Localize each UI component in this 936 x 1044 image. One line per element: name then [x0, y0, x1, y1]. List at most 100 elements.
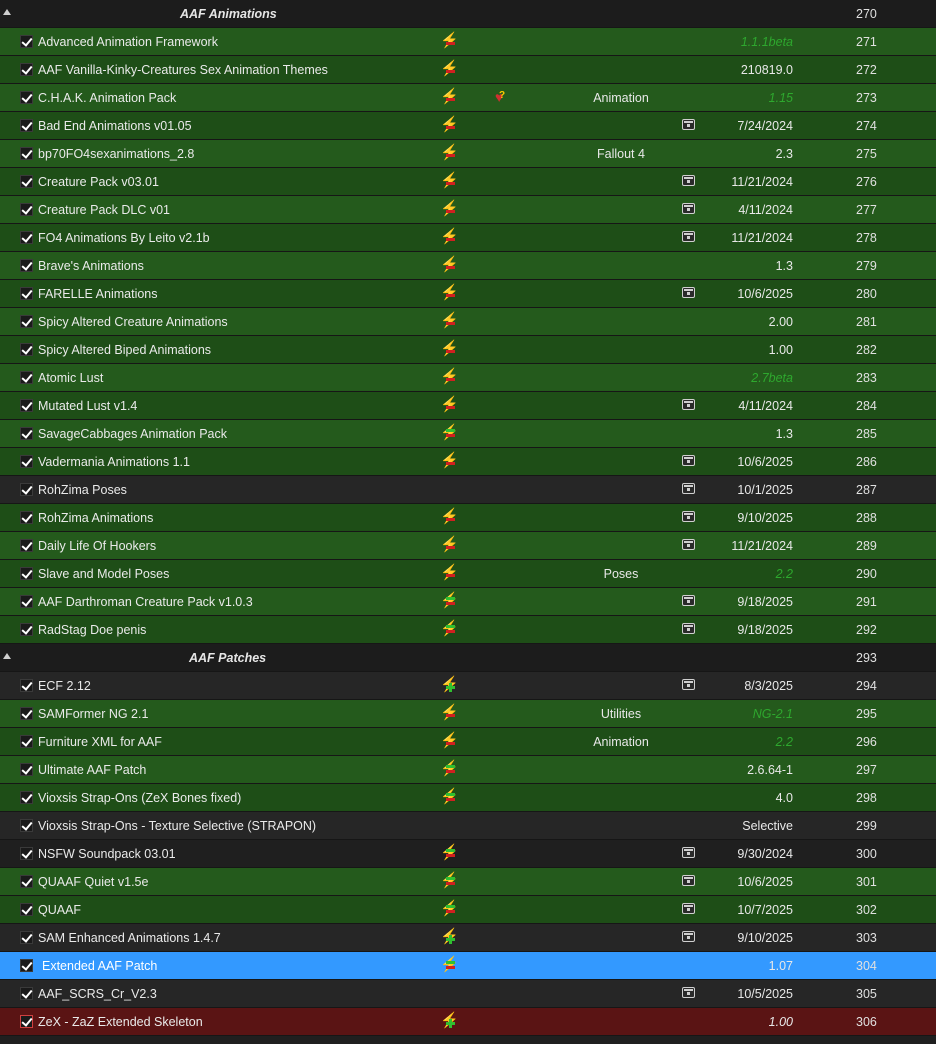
- mod-row[interactable]: Vadermania Animations 1.1 ⚡ 10/6/2025 286: [0, 448, 936, 476]
- mod-row[interactable]: RohZima Animations ⚡ 9/10/2025 288: [0, 504, 936, 532]
- mod-list[interactable]: AAF Animations 270 Advanced Animation Fram…: [0, 0, 936, 1036]
- mod-row[interactable]: Daily Life Of Hookers ⚡ 11/21/2024 289: [0, 532, 936, 560]
- mod-row[interactable]: NSFW Soundpack 03.01 ⚡ 9/30/2024 300: [0, 840, 936, 868]
- checkbox-checked-icon[interactable]: [20, 259, 33, 272]
- checkbox-checked-icon[interactable]: [20, 735, 33, 748]
- mod-row[interactable]: ZeX - ZaZ Extended Skeleton ⚡ 1.00 306: [0, 1008, 936, 1036]
- mod-row[interactable]: AAF_SCRS_Cr_V2.3 10/5/2025 305: [0, 980, 936, 1008]
- conflict-lightning-icon[interactable]: ⚡: [439, 313, 459, 331]
- nexus-mod-icon[interactable]: [682, 539, 695, 550]
- checkbox-checked-icon[interactable]: [20, 399, 33, 412]
- checkbox-checked-icon[interactable]: [20, 875, 33, 888]
- checkbox-checked-icon[interactable]: [20, 287, 33, 300]
- nexus-mod-icon[interactable]: [682, 511, 695, 522]
- checkbox-checked-icon[interactable]: [20, 455, 33, 468]
- conflict-lightning-icon[interactable]: ⚡: [439, 397, 459, 415]
- nexus-mod-icon[interactable]: [682, 203, 695, 214]
- nexus-mod-icon[interactable]: [682, 847, 695, 858]
- conflict-lightning-icon[interactable]: ⚡: [439, 369, 459, 387]
- mod-row[interactable]: Creature Pack DLC v01 ⚡ 4/11/2024 277: [0, 196, 936, 224]
- checkbox-checked-icon[interactable]: [20, 959, 33, 972]
- conflict-lightning-icon[interactable]: ⚡: [439, 285, 459, 303]
- mod-row[interactable]: FARELLE Animations ⚡ 10/6/2025 280: [0, 280, 936, 308]
- checkbox-checked-icon[interactable]: [20, 707, 33, 720]
- mod-row[interactable]: QUAAF ⚡ 10/7/2025 302: [0, 896, 936, 924]
- nexus-mod-icon[interactable]: [682, 119, 695, 130]
- mod-row[interactable]: Spicy Altered Biped Animations ⚡ 1.00 282: [0, 336, 936, 364]
- mod-row[interactable]: ECF 2.12 ⚡ 8/3/2025 294: [0, 672, 936, 700]
- mod-row[interactable]: Mutated Lust v1.4 ⚡ 4/11/2024 284: [0, 392, 936, 420]
- nexus-mod-icon[interactable]: [682, 903, 695, 914]
- conflict-lightning-icon[interactable]: ⚡: [439, 705, 459, 723]
- checkbox-checked-icon[interactable]: [20, 1015, 33, 1028]
- conflict-lightning-icon[interactable]: ⚡: [439, 61, 459, 79]
- conflict-lightning-icon[interactable]: ⚡: [439, 33, 459, 51]
- mod-row[interactable]: QUAAF Quiet v1.5e ⚡ 10/6/2025 301: [0, 868, 936, 896]
- checkbox-checked-icon[interactable]: [20, 147, 33, 160]
- conflict-lightning-icon[interactable]: ⚡: [439, 341, 459, 359]
- nexus-mod-icon[interactable]: [682, 875, 695, 886]
- checkbox-checked-icon[interactable]: [20, 203, 33, 216]
- checkbox-checked-icon[interactable]: [20, 231, 33, 244]
- conflict-lightning-icon[interactable]: ⚡: [439, 89, 459, 107]
- checkbox-checked-icon[interactable]: [20, 931, 33, 944]
- mod-row[interactable]: Vioxsis Strap-Ons - Texture Selective (S…: [0, 812, 936, 840]
- nexus-mod-icon[interactable]: [682, 987, 695, 998]
- checkbox-checked-icon[interactable]: [20, 511, 33, 524]
- nexus-mod-icon[interactable]: [682, 231, 695, 242]
- mod-row[interactable]: SAM Enhanced Animations 1.4.7 ⚡ 9/10/2025 3…: [0, 924, 936, 952]
- nexus-mod-icon[interactable]: [682, 595, 695, 606]
- conflict-lightning-icon[interactable]: ⚡: [439, 677, 459, 695]
- conflict-lightning-icon[interactable]: ⚡: [439, 565, 459, 583]
- checkbox-checked-icon[interactable]: [20, 35, 33, 48]
- checkbox-checked-icon[interactable]: [20, 315, 33, 328]
- checkbox-checked-icon[interactable]: [20, 119, 33, 132]
- nexus-mod-icon[interactable]: [682, 399, 695, 410]
- checkbox-checked-icon[interactable]: [20, 63, 33, 76]
- mod-row[interactable]: Atomic Lust ⚡ 2.7beta 283: [0, 364, 936, 392]
- mod-row[interactable]: Advanced Animation Framework ⚡ 1.1.1beta 27…: [0, 28, 936, 56]
- checkbox-checked-icon[interactable]: [20, 679, 33, 692]
- mod-row[interactable]: Extended AAF Patch ⚡ 1.07 304: [0, 952, 936, 980]
- conflict-lightning-icon[interactable]: ⚡: [439, 593, 459, 611]
- separator-row[interactable]: AAF Animations 270: [0, 0, 936, 28]
- conflict-lightning-icon[interactable]: ⚡: [439, 845, 459, 863]
- collapse-triangle-icon[interactable]: [3, 653, 11, 659]
- conflict-lightning-icon[interactable]: ⚡: [439, 1013, 459, 1031]
- checkbox-checked-icon[interactable]: [20, 483, 33, 496]
- endorsement-unknown-icon[interactable]: ♥: [495, 89, 506, 105]
- mod-row[interactable]: Vioxsis Strap-Ons (ZeX Bones fixed) ⚡ 4.0 2…: [0, 784, 936, 812]
- conflict-lightning-icon[interactable]: ⚡: [439, 117, 459, 135]
- conflict-lightning-icon[interactable]: ⚡: [439, 453, 459, 471]
- checkbox-checked-icon[interactable]: [20, 763, 33, 776]
- collapse-triangle-icon[interactable]: [3, 9, 11, 15]
- checkbox-checked-icon[interactable]: [20, 819, 33, 832]
- conflict-lightning-icon[interactable]: ⚡: [439, 761, 459, 779]
- mod-row[interactable]: SAMFormer NG 2.1 ⚡ Utilities NG-2.1 295: [0, 700, 936, 728]
- checkbox-checked-icon[interactable]: [20, 595, 33, 608]
- conflict-lightning-icon[interactable]: ⚡: [439, 537, 459, 555]
- mod-row[interactable]: FO4 Animations By Leito v2.1b ⚡ 11/21/2024…: [0, 224, 936, 252]
- nexus-mod-icon[interactable]: [682, 175, 695, 186]
- nexus-mod-icon[interactable]: [682, 455, 695, 466]
- mod-row[interactable]: Ultimate AAF Patch ⚡ 2.6.64-1 297: [0, 756, 936, 784]
- mod-row[interactable]: Creature Pack v03.01 ⚡ 11/21/2024 276: [0, 168, 936, 196]
- conflict-lightning-icon[interactable]: ⚡: [439, 929, 459, 947]
- mod-row[interactable]: Furniture XML for AAF ⚡ Animation 2.2 296: [0, 728, 936, 756]
- nexus-mod-icon[interactable]: [682, 287, 695, 298]
- mod-row[interactable]: AAF Vanilla-Kinky-Creatures Sex Animatio…: [0, 56, 936, 84]
- mod-row[interactable]: RohZima Poses 10/1/2025 287: [0, 476, 936, 504]
- conflict-lightning-icon[interactable]: ⚡: [439, 873, 459, 891]
- mod-row[interactable]: bp70FO4sexanimations_2.8 ⚡ Fallout 4 2.3 275: [0, 140, 936, 168]
- conflict-lightning-icon[interactable]: ⚡: [439, 201, 459, 219]
- checkbox-checked-icon[interactable]: [20, 903, 33, 916]
- mod-row[interactable]: Slave and Model Poses ⚡ Poses 2.2 290: [0, 560, 936, 588]
- checkbox-checked-icon[interactable]: [20, 91, 33, 104]
- nexus-mod-icon[interactable]: [682, 931, 695, 942]
- checkbox-checked-icon[interactable]: [20, 371, 33, 384]
- mod-row[interactable]: Brave's Animations ⚡ 1.3 279: [0, 252, 936, 280]
- checkbox-checked-icon[interactable]: [20, 427, 33, 440]
- conflict-lightning-icon[interactable]: ⚡: [439, 621, 459, 639]
- nexus-mod-icon[interactable]: [682, 483, 695, 494]
- conflict-lightning-icon[interactable]: ⚡: [439, 145, 459, 163]
